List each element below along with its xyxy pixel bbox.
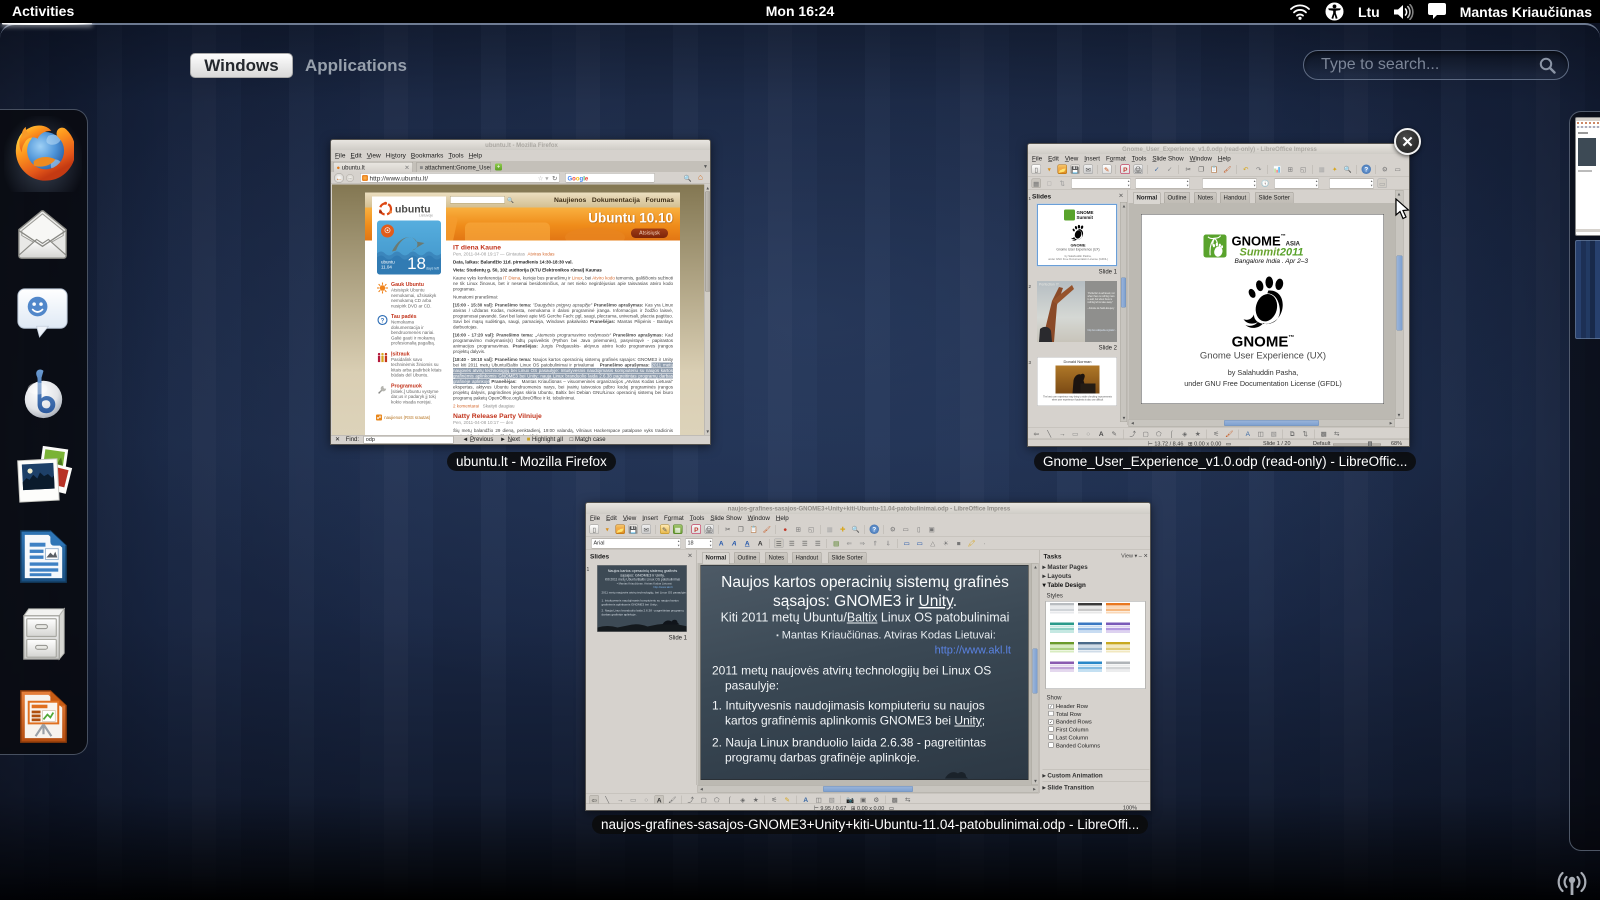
svg-text:?: ?: [381, 318, 385, 324]
svg-text:Lietuvoje: Lietuvoje: [419, 214, 433, 218]
